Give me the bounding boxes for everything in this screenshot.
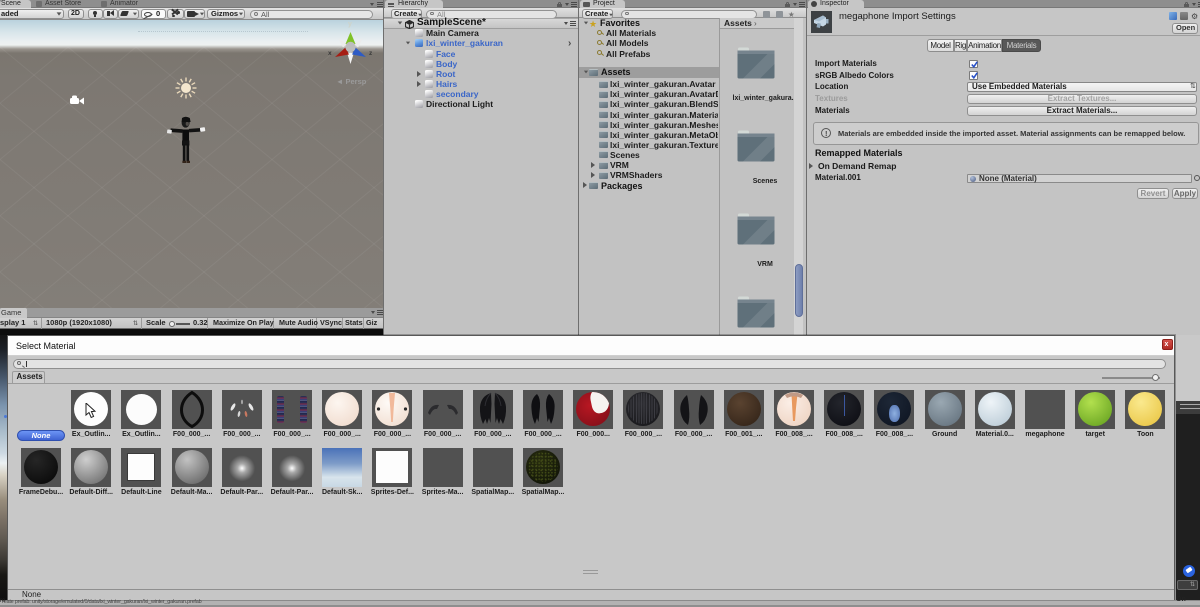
svg-text:x: x xyxy=(328,50,332,57)
svg-text:z: z xyxy=(369,50,373,57)
